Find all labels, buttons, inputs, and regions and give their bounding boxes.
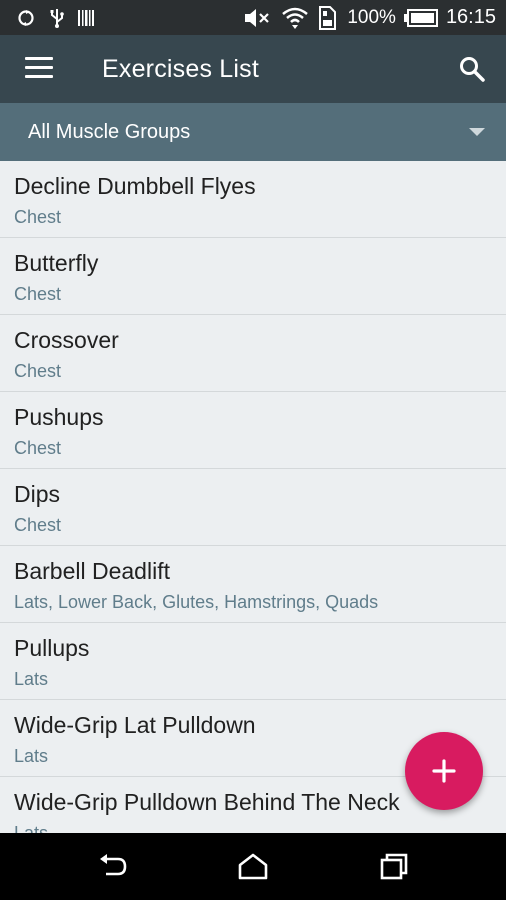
search-icon[interactable] — [458, 55, 486, 83]
muscle-group-selected: All Muscle Groups — [28, 121, 191, 143]
wifi-icon — [281, 6, 309, 30]
mute-icon — [243, 7, 273, 29]
exercise-name: Barbell Deadlift — [14, 558, 170, 584]
exercise-name: Decline Dumbbell Flyes — [14, 173, 256, 199]
exercise-name: Pullups — [14, 635, 90, 661]
exercise-muscles: Lats — [14, 823, 49, 833]
exercise-name: Dips — [14, 481, 61, 507]
exercise-muscles: Chest — [14, 438, 62, 458]
dropdown-arrow-icon — [469, 128, 485, 136]
list-item[interactable]: Decline Dumbbell Flyes Chest — [0, 161, 506, 238]
battery-percent: 100% — [347, 6, 396, 28]
list-item[interactable]: Pullups Lats — [0, 623, 506, 700]
battery-icon — [403, 8, 438, 27]
exercise-muscles: Lats — [14, 746, 49, 766]
add-exercise-button[interactable] — [405, 732, 483, 810]
exercise-muscles: Chest — [14, 361, 62, 381]
list-item[interactable]: Barbell Deadlift Lats, Lower Back, Glute… — [0, 546, 506, 623]
exercise-name: Crossover — [14, 327, 119, 353]
recent-apps-icon[interactable] — [377, 851, 411, 881]
muscle-group-dropdown[interactable]: All Muscle Groups — [0, 103, 506, 161]
system-nav-bar — [0, 833, 506, 900]
exercise-name: Wide-Grip Pulldown Behind The Neck — [14, 789, 400, 815]
list-item[interactable]: Butterfly Chest — [0, 238, 506, 315]
exercise-name: Butterfly — [14, 250, 99, 276]
sim-card-icon — [317, 5, 339, 30]
exercise-muscles: Lats, Lower Back, Glutes, Hamstrings, Qu… — [14, 592, 379, 612]
sync-icon — [16, 8, 36, 28]
list-item[interactable]: Crossover Chest — [0, 315, 506, 392]
usb-icon — [50, 8, 64, 28]
page-title: Exercises List — [102, 55, 260, 83]
status-bar: 100% 16:15 — [0, 0, 506, 35]
exercise-name: Pushups — [14, 404, 104, 430]
exercise-muscles: Chest — [14, 207, 62, 227]
exercise-muscles: Chest — [14, 284, 62, 304]
barcode-icon — [78, 8, 94, 28]
back-icon[interactable] — [96, 851, 130, 881]
home-icon[interactable] — [236, 851, 270, 881]
plus-icon — [432, 759, 456, 783]
list-item[interactable]: Dips Chest — [0, 469, 506, 546]
exercise-name: Wide-Grip Lat Pulldown — [14, 712, 256, 738]
list-item[interactable]: Pushups Chest — [0, 392, 506, 469]
hamburger-menu-icon[interactable] — [25, 57, 53, 79]
app-bar: Exercises List — [0, 35, 506, 103]
exercise-muscles: Lats — [14, 669, 49, 689]
clock: 16:15 — [445, 6, 496, 28]
exercise-muscles: Chest — [14, 515, 62, 535]
